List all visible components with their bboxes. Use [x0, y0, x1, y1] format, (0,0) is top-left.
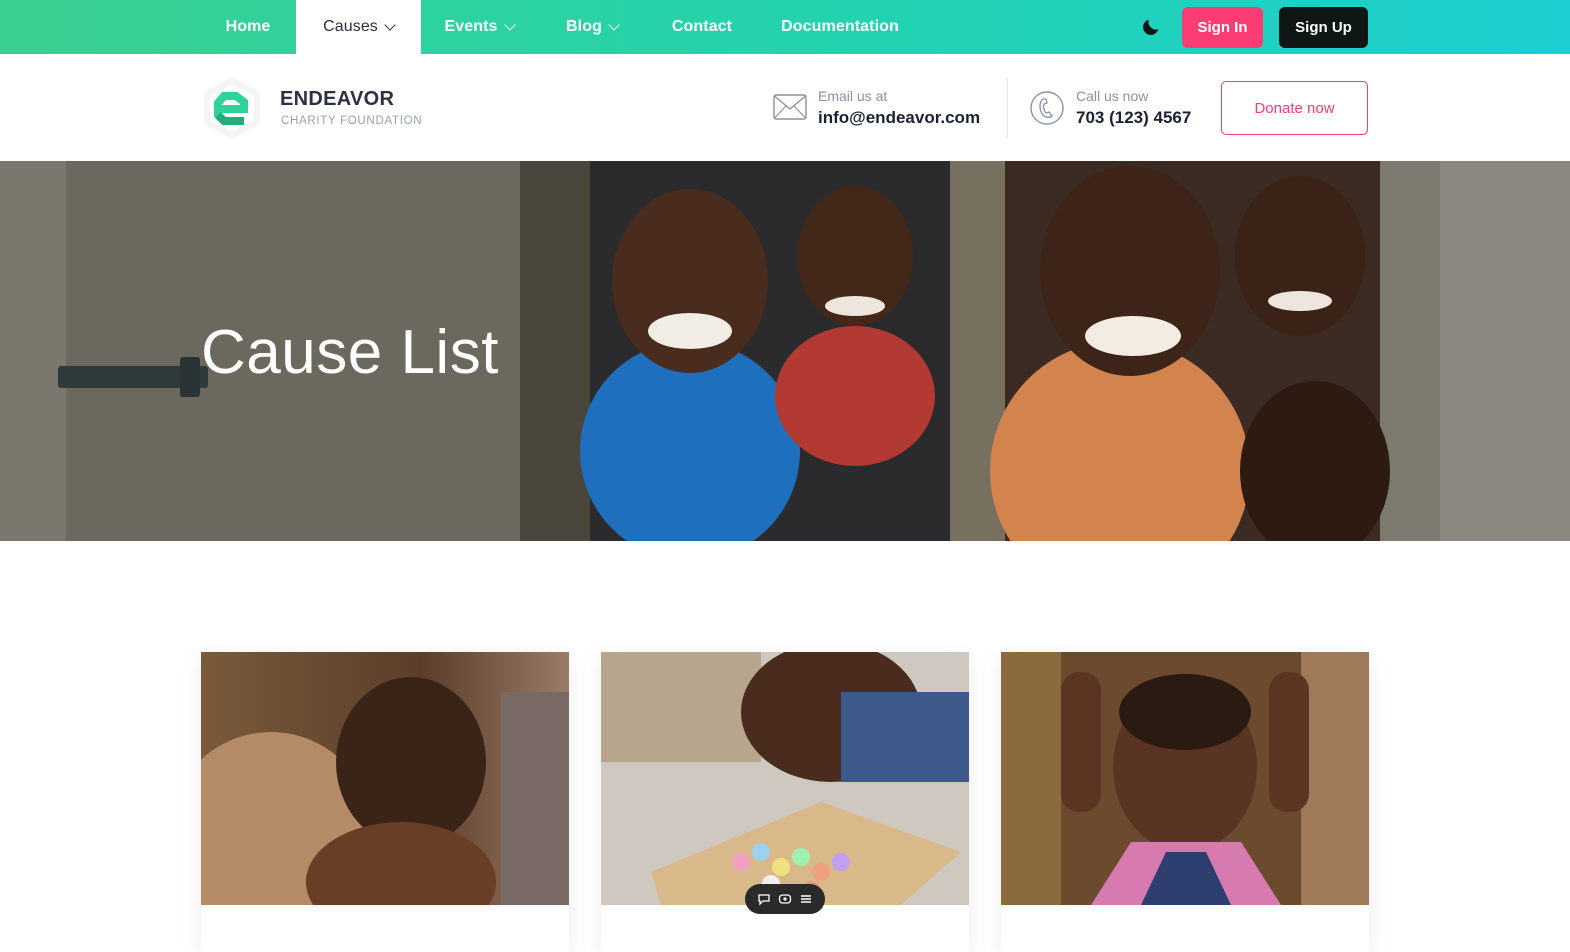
cause-card-image[interactable]	[1001, 652, 1369, 905]
sign-in-label: Sign In	[1197, 19, 1248, 36]
chalk-box-photo	[601, 652, 969, 905]
donate-now-button[interactable]: Donate now	[1221, 81, 1368, 135]
brand-name: ENDEAVOR	[280, 88, 395, 110]
chevron-down-icon	[608, 18, 620, 31]
boy-portrait-photo	[1001, 652, 1369, 905]
header-divider	[1007, 78, 1008, 138]
sign-up-label: Sign Up	[1295, 19, 1352, 36]
phone-icon	[1030, 91, 1064, 125]
page-title: Cause List	[201, 318, 499, 387]
chevron-down-icon	[503, 18, 516, 31]
nav-contact-label: Contact	[671, 18, 733, 35]
nav-contact[interactable]: Contact	[652, 0, 752, 54]
email-label: Email us at	[818, 88, 888, 104]
phone-link[interactable]: 703 (123) 4567	[1076, 108, 1191, 128]
cause-card-image[interactable]	[201, 652, 569, 905]
cause-card[interactable]	[201, 652, 569, 952]
email-link[interactable]: info@endeavor.com	[818, 108, 980, 128]
nav-events-label: Events	[444, 18, 498, 35]
nav-blog[interactable]: Blog	[541, 0, 643, 54]
nav-home-label: Home	[225, 18, 271, 35]
hero-banner: Cause List	[0, 161, 1570, 541]
brand-tagline: CHARITY FOUNDATION	[281, 115, 423, 127]
cause-card[interactable]	[1001, 652, 1369, 952]
menu-icon[interactable]	[799, 892, 813, 906]
eye-icon[interactable]	[778, 892, 792, 906]
nav-documentation[interactable]: Documentation	[760, 0, 920, 54]
cause-card-image[interactable]	[601, 652, 969, 905]
chevron-down-icon	[384, 18, 396, 31]
child-hugging-photo	[201, 652, 569, 905]
call-label: Call us now	[1076, 88, 1149, 104]
floating-toolbar	[745, 884, 825, 914]
nav-causes-label: Causes	[323, 18, 378, 35]
nav-home[interactable]: Home	[200, 0, 296, 54]
top-navigation-bar: Home Causes Events Blog Contact Document…	[0, 0, 1570, 54]
nav-blog-label: Blog	[566, 18, 602, 35]
moon-icon[interactable]	[1140, 16, 1162, 38]
nav-documentation-label: Documentation	[781, 18, 899, 35]
sign-up-button[interactable]: Sign Up	[1279, 7, 1368, 48]
endeavor-logo-icon[interactable]	[200, 75, 264, 141]
nav-events[interactable]: Events	[421, 0, 537, 54]
nav-causes[interactable]: Causes	[296, 0, 421, 54]
sign-in-button[interactable]: Sign In	[1182, 7, 1263, 48]
mail-icon	[773, 94, 807, 120]
site-header: ENDEAVOR CHARITY FOUNDATION Email us at …	[0, 54, 1570, 161]
donate-now-label: Donate now	[1254, 99, 1335, 117]
comment-icon[interactable]	[757, 892, 771, 906]
